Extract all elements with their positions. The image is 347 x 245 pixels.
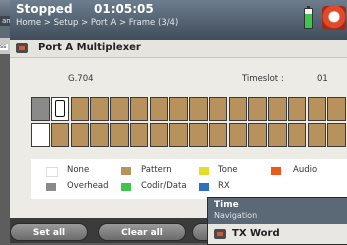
timeslot-cell[interactable] (90, 97, 109, 121)
legend-swatch-pattern (121, 167, 131, 175)
set-all-button[interactable]: Set all (10, 223, 88, 241)
legend-swatch-rx (199, 183, 209, 191)
popup-menu-item-label: TX Word (232, 228, 280, 239)
timeslot-cell[interactable] (189, 123, 208, 147)
timeslot-cell[interactable] (189, 97, 208, 121)
timeslot-cell[interactable] (90, 123, 109, 147)
legend-label-tone: Tone (218, 165, 238, 175)
popup-menu-item[interactable]: TX Word (208, 224, 347, 244)
timeslot-cell[interactable] (149, 97, 169, 121)
timeslot-cell[interactable] (268, 97, 287, 121)
timeslot-cell[interactable] (248, 123, 267, 147)
legend-swatch-audio (271, 167, 281, 175)
timeslot-cell[interactable] (327, 123, 346, 147)
timeslot-cell[interactable] (248, 97, 267, 121)
timeslot-cell[interactable] (208, 97, 228, 121)
popup-subtitle: Navigation (214, 211, 258, 220)
timeslot-cell[interactable] (129, 97, 149, 121)
timeslot-cell[interactable] (70, 123, 90, 147)
timeslot-cell[interactable] (327, 97, 346, 121)
timeslot-grid (31, 97, 347, 149)
legend: None Pattern Tone Audio Overhead Codir/D… (31, 159, 347, 199)
timeslot-cell[interactable] (169, 123, 188, 147)
timeslot-cell[interactable] (31, 97, 50, 121)
port-icon (16, 43, 28, 53)
timeslot-cell[interactable] (287, 123, 307, 147)
background-window-strip-text: ss (0, 43, 8, 50)
timeslot-cell[interactable] (169, 97, 188, 121)
legend-label-overhead: Overhead (67, 181, 109, 191)
tx-word-icon (214, 229, 226, 239)
timeslot-cell[interactable] (307, 123, 327, 147)
clear-all-button[interactable]: Clear all (98, 223, 186, 241)
timeslot-cell[interactable] (268, 123, 287, 147)
timeslot-cell[interactable] (31, 123, 50, 147)
timeslot-cell[interactable] (110, 123, 129, 147)
timeslot-cell[interactable] (287, 97, 307, 121)
legend-swatch-none (46, 167, 58, 177)
timeslot-cell[interactable] (228, 97, 248, 121)
legend-label-codir-data: Codir/Data (141, 181, 187, 191)
status-header: Stopped 01:05:05 Home > Setup > Port A >… (10, 0, 347, 40)
legend-label-none: None (67, 165, 90, 175)
timeslot-cell[interactable] (307, 97, 327, 121)
elapsed-time: 01:05:05 (94, 2, 154, 16)
timeslot-cell[interactable] (129, 123, 149, 147)
timeslot-cell[interactable] (208, 123, 228, 147)
legend-label-pattern: Pattern (141, 165, 172, 175)
timeslot-cell[interactable] (110, 97, 129, 121)
page-titlebar: Port A Multiplexer (10, 40, 347, 58)
timeslot-value: 01 (317, 74, 328, 84)
app-logo-icon[interactable] (322, 6, 346, 30)
popup-title: Time (214, 200, 239, 210)
timeslot-cell[interactable] (149, 123, 169, 147)
legend-label-audio: Audio (293, 165, 318, 175)
battery-icon (304, 6, 313, 29)
timeslot-cell[interactable] (50, 123, 70, 147)
legend-swatch-overhead (46, 183, 56, 191)
legend-swatch-codir-data (121, 183, 131, 191)
legend-label-rx: RX (218, 181, 230, 191)
timeslot-cell[interactable] (50, 97, 70, 121)
legend-swatch-tone (199, 167, 209, 175)
timeslot-cell[interactable] (228, 123, 248, 147)
frame-standard: G.704 (68, 74, 94, 84)
run-status: Stopped (16, 2, 73, 16)
timeslot-label: Timeslot : (242, 74, 284, 84)
breadcrumb[interactable]: Home > Setup > Port A > Frame (3/4) (16, 18, 178, 28)
navigation-popup: Time Navigation TX Word (207, 197, 347, 245)
page-title: Port A Multiplexer (38, 42, 141, 53)
timeslot-cell[interactable] (70, 97, 90, 121)
